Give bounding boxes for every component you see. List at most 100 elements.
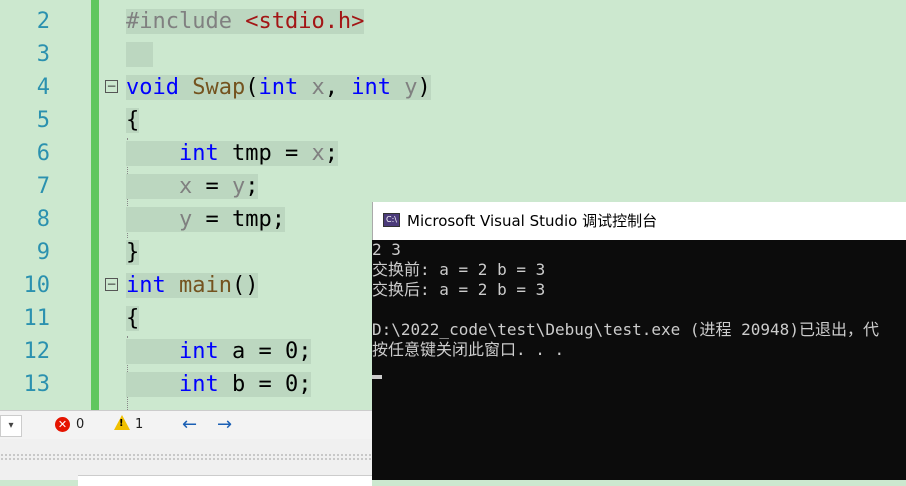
console-title: Microsoft Visual Studio 调试控制台 <box>407 212 658 230</box>
code-token: tmp = <box>218 141 312 166</box>
console-app-icon: C:\ <box>383 213 400 227</box>
line-number: 4 <box>36 75 50 100</box>
previous-arrow-icon[interactable]: ← <box>182 414 197 435</box>
code-token: y <box>178 207 193 232</box>
code-token: { <box>126 306 140 331</box>
console-line: 交换前: a = 2 b = 3 <box>372 260 546 279</box>
code-text[interactable]: { <box>126 104 140 137</box>
scope-dropdown[interactable]: ▾ <box>0 415 22 437</box>
code-text[interactable]: y = tmp; <box>126 203 285 236</box>
error-count[interactable]: 0 <box>76 417 84 432</box>
code-token: int <box>351 75 391 100</box>
code-text[interactable]: int main() <box>126 269 259 302</box>
code-text[interactable]: { <box>126 302 140 335</box>
code-line-highlight: #include <stdio.h> <box>126 9 365 34</box>
line-number: 11 <box>23 306 51 331</box>
code-line-highlight: int tmp = x; <box>126 141 338 166</box>
console-line: 按任意键关闭此窗口. . . <box>372 340 565 359</box>
code-text[interactable]: } <box>126 236 140 269</box>
code-token: int <box>126 273 166 298</box>
line-number: 12 <box>23 339 51 364</box>
code-token: ; <box>245 174 259 199</box>
code-text[interactable]: void Swap(int x, int y) <box>126 71 431 104</box>
code-line[interactable]: 3 <box>0 38 906 71</box>
code-token: x <box>311 75 325 100</box>
console-output: 2 3 交换前: a = 2 b = 3 交换后: a = 2 b = 3 D:\20… <box>372 240 906 360</box>
code-line[interactable]: 5{ <box>0 104 906 137</box>
fold-toggle-icon[interactable]: − <box>105 80 118 93</box>
next-arrow-icon[interactable]: → <box>217 414 232 435</box>
code-token: <stdio.h> <box>245 9 365 34</box>
code-line-highlight: int main() <box>126 273 259 298</box>
code-line-highlight: x = y; <box>126 174 259 199</box>
code-token: ) <box>417 75 431 100</box>
bottom-panel <box>0 439 372 486</box>
error-icon[interactable]: ✕ <box>55 417 70 432</box>
code-token: ; <box>324 141 338 166</box>
code-text[interactable]: int a = 0; <box>126 335 312 368</box>
code-token: #include <box>126 9 246 34</box>
line-number: 3 <box>36 42 50 67</box>
line-number: 6 <box>36 141 50 166</box>
code-text[interactable]: x = y; <box>126 170 259 203</box>
line-number: 8 <box>36 207 50 232</box>
panel-field <box>78 475 372 486</box>
code-line[interactable]: 2 #include <stdio.h> <box>0 5 906 38</box>
code-line[interactable]: 6 int tmp = x; <box>0 137 906 170</box>
line-number: 13 <box>23 372 51 397</box>
code-token: x <box>178 174 193 199</box>
panel-grip[interactable] <box>0 453 372 461</box>
code-text[interactable]: #include <stdio.h> <box>126 5 365 38</box>
code-token: b = 0; <box>218 372 312 397</box>
code-token: y <box>404 75 418 100</box>
code-token: int <box>258 75 299 100</box>
code-token: Swap <box>192 75 246 100</box>
code-token: () <box>231 273 259 298</box>
code-line-highlight: } <box>126 240 140 265</box>
code-line[interactable]: 4− void Swap(int x, int y) <box>0 71 906 104</box>
code-token: int <box>178 141 219 166</box>
line-number: 2 <box>36 9 50 34</box>
code-token: = tmp; <box>192 207 285 232</box>
code-line-highlight: void Swap(int x, int y) <box>126 75 431 100</box>
warning-icon[interactable]: ! <box>114 415 130 430</box>
line-number: 5 <box>36 108 50 133</box>
code-token: x <box>311 141 325 166</box>
console-line: 2 3 <box>372 240 401 259</box>
code-line[interactable]: 7 x = y; <box>0 170 906 203</box>
console-titlebar[interactable]: C:\ Microsoft Visual Studio 调试控制台 <box>372 202 906 240</box>
code-text[interactable]: int tmp = x; <box>126 137 338 170</box>
code-token: ( <box>245 75 259 100</box>
code-token: void <box>126 75 179 100</box>
code-token: int <box>178 372 219 397</box>
warning-count[interactable]: 1 <box>135 417 143 432</box>
code-token: int <box>178 339 219 364</box>
code-token: a = 0; <box>218 339 312 364</box>
console-line: D:\2022_code\test\Debug\test.exe (进程 209… <box>372 320 879 339</box>
code-token: y <box>231 174 246 199</box>
code-line-highlight: int a = 0; <box>126 339 312 364</box>
code-token: = <box>192 174 232 199</box>
code-text[interactable]: int b = 0; <box>126 368 312 401</box>
code-token: , <box>324 75 352 100</box>
debug-console-window[interactable]: C:\ Microsoft Visual Studio 调试控制台 2 3 交换前… <box>372 202 906 480</box>
line-number: 9 <box>36 240 50 265</box>
fold-toggle-icon[interactable]: − <box>105 278 118 291</box>
code-token: { <box>126 108 140 133</box>
code-line-highlight: { <box>126 108 140 133</box>
code-text[interactable] <box>126 38 153 71</box>
code-line-highlight: { <box>126 306 140 331</box>
error-list-toolbar: ▾ ✕ 0 ! 1 ← → <box>0 410 372 439</box>
code-line-highlight: int b = 0; <box>126 372 312 397</box>
code-line-highlight <box>126 42 153 67</box>
